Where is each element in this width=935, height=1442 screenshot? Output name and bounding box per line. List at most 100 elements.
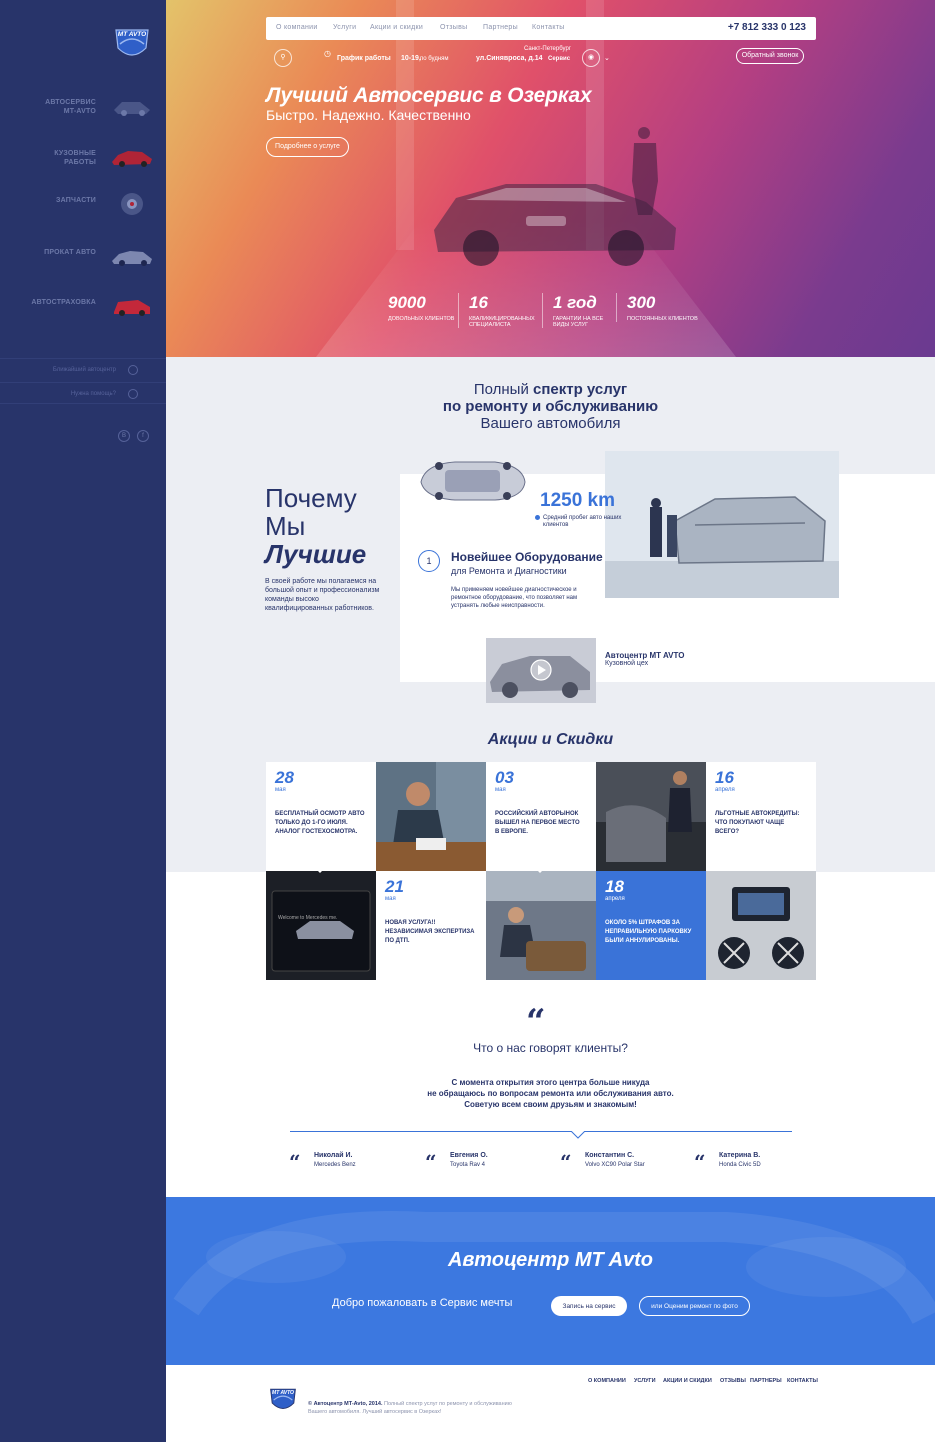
footer-logo[interactable]: MT AVTO <box>265 1383 301 1417</box>
nav-contacts[interactable]: Контакты <box>532 24 565 31</box>
chevron-down-icon[interactable]: ⌄ <box>604 54 610 70</box>
nav-about[interactable]: О компании <box>276 24 318 31</box>
why-line2: Мы <box>265 511 306 541</box>
promo-image-showroom[interactable] <box>596 762 706 871</box>
help-label: Нужна помощь? <box>70 391 116 397</box>
hatchback-icon <box>114 300 150 316</box>
facebook-icon[interactable]: f <box>137 430 149 442</box>
stat-value: 16 <box>469 293 488 312</box>
help-link[interactable]: Нужна помощь? <box>0 382 166 404</box>
cta-subtitle: Добро пожаловать в Сервис мечты <box>332 1297 513 1309</box>
promo-card-highlight[interactable]: 18 апреля Около 5% штрафов за неправильн… <box>596 871 706 980</box>
nearest-center-link[interactable]: Ближайший автоцентр <box>0 358 166 380</box>
promo-month: апреля <box>715 787 735 793</box>
sidebar-item-label: Автостраховка <box>31 299 96 306</box>
engine-icon <box>114 102 150 116</box>
sidebar-item-label: Прокат авто <box>44 249 96 256</box>
sidebar-item-insurance[interactable]: Автостраховка <box>0 290 166 330</box>
promo-text: Льготные автокредиты: что покупают чаще … <box>715 811 800 835</box>
footer-nav-services[interactable]: Услуги <box>634 1378 656 1384</box>
vk-icon[interactable]: В <box>118 430 130 442</box>
clock-icon: ◷ <box>324 49 331 58</box>
nav-reviews[interactable]: Отзывы <box>440 24 467 31</box>
promo-day: 28 <box>275 768 294 787</box>
stat-value: 9000 <box>388 293 426 312</box>
center-name: Автоцентр MT AVTO <box>605 651 685 660</box>
equipment-text: Мы применяем новейшее диагностическое и … <box>451 587 578 609</box>
nav-partners[interactable]: Партнеры <box>483 24 518 31</box>
schedule-hours: 10-19, <box>401 55 421 62</box>
book-service-button[interactable]: Запись на сервис <box>551 1296 627 1316</box>
footer-nav-about[interactable]: О компании <box>588 1378 626 1384</box>
services-title-bold: спектр услуг <box>533 381 628 398</box>
promo-image-woman-signing[interactable] <box>376 762 486 871</box>
hero-section: О компании Услуги Акции и скидки Отзывы … <box>166 0 935 357</box>
promos-title: Акции и Скидки <box>487 731 614 748</box>
step-number-badge: 1 <box>418 550 440 572</box>
services-title-line1: Полный спектр услуг <box>166 381 935 398</box>
footer-nav-contacts[interactable]: Контакты <box>787 1378 818 1384</box>
promo-text: Новая услуга!! Независимая экспертиза по… <box>385 920 475 944</box>
body-shop-video-thumbnail[interactable] <box>486 638 596 703</box>
stat-value: 1 год <box>553 293 597 312</box>
sidebar-item-parts[interactable]: Запчасти <box>0 190 166 230</box>
cta-title: Автоцентр MT Avto <box>447 1249 654 1271</box>
footer-copy-bold: © Автоцентр MT-Avto, 2014. <box>308 1401 383 1407</box>
why-line3: Лучшие <box>265 540 366 568</box>
promo-month: мая <box>385 896 396 902</box>
footer-nav-promos[interactable]: Акции и скидки <box>663 1378 712 1384</box>
factory-image <box>605 451 839 598</box>
promo-month: апреля <box>605 896 625 902</box>
review-quote-line: Советую всем своим друзьям и знакомым! <box>464 1100 637 1109</box>
promo-card[interactable]: 28 мая Бесплатный осмотр авто только до … <box>266 762 376 871</box>
promo-day: 03 <box>495 768 514 787</box>
reviewer-car: Honda Civic 5D <box>719 1162 761 1168</box>
hero-more-button[interactable]: Подробнее о услуге <box>266 137 349 157</box>
estimate-photo-button[interactable]: или Оценим ремонт по фото <box>639 1296 750 1316</box>
promo-image-man-lounge[interactable] <box>486 871 596 980</box>
cta-background-car <box>173 1211 935 1325</box>
schedule-label: График работы <box>337 55 391 62</box>
stat-label: квалифицированных специалиста <box>469 316 535 328</box>
map-pin-icon[interactable]: ◉ <box>582 49 600 67</box>
mt-avto-logo[interactable]: MT AVTO <box>110 22 154 66</box>
reviews-pointer <box>571 1131 585 1139</box>
footer-nav-reviews[interactable]: Отзывы <box>720 1378 746 1384</box>
phone-number[interactable]: +7 812 333 0 123 <box>728 22 806 33</box>
sidebar-item-label: Кузовные работы <box>54 150 96 166</box>
promo-text: Бесплатный осмотр авто только до 1-го ию… <box>275 811 365 835</box>
reviewer-name: Николай И. <box>314 1152 353 1159</box>
stat-label: довольных клиентов <box>388 316 455 322</box>
nav-promos[interactable]: Акции и скидки <box>370 24 423 31</box>
mileage-value: 1250 km <box>540 490 616 511</box>
why-line1: Почему <box>265 483 357 513</box>
promo-month: мая <box>495 787 506 793</box>
quote-icon: “ <box>526 1002 546 1042</box>
logo-text: MT AVTO <box>118 31 146 38</box>
quote-icon: “ <box>694 1150 706 1174</box>
cta-section: Автоцентр MT Avto Добро пожаловать в Сер… <box>166 1197 935 1365</box>
tile-arrow-down <box>312 865 328 873</box>
promo-image-tablet[interactable]: Welcome to Mercedes me. <box>266 871 376 980</box>
sidebar-item-autoservice[interactable]: Автосервис MT-AVTO <box>0 90 166 130</box>
bullet-dot-icon <box>535 515 540 520</box>
nav-services[interactable]: Услуги <box>333 24 356 31</box>
stat-clients: 9000 довольных клиентов <box>388 293 458 322</box>
review-quote-line: не обращаюсь по вопросам ремонта или обс… <box>427 1089 674 1098</box>
promo-card[interactable]: 03 мая Российский авторынок вышел на пер… <box>486 762 596 871</box>
promo-card[interactable]: 16 апреля Льготные автокредиты: что поку… <box>706 762 816 871</box>
quote-icon: “ <box>289 1150 301 1174</box>
search-icon[interactable]: ⚲ <box>274 49 292 67</box>
why-text: В своей работе мы полагаемся на большой … <box>265 578 380 612</box>
white-car-icon <box>112 251 152 266</box>
sidebar-item-car-rental[interactable]: Прокат авто <box>0 240 166 280</box>
services-title-light: Полный <box>473 381 533 398</box>
promo-image-dashboard[interactable] <box>706 871 816 980</box>
footer-nav-partners[interactable]: Партнеры <box>750 1378 782 1384</box>
center-sub: Кузовной цех <box>605 660 649 667</box>
hero-subtitle: Быстро. Надежно. Качественно <box>266 107 471 123</box>
tablet-screen-text: Welcome to Mercedes me. <box>278 915 337 921</box>
sidebar-item-body-work[interactable]: Кузовные работы <box>0 141 166 181</box>
callback-button[interactable]: Обратный звонок <box>736 48 804 64</box>
promo-card[interactable]: 21 мая Новая услуга!! Независимая экспер… <box>376 871 486 980</box>
